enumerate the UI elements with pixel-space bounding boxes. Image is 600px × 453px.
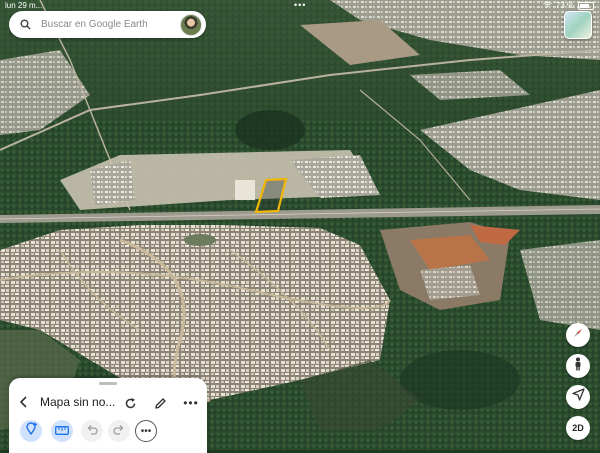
- drag-handle[interactable]: [99, 382, 117, 385]
- edit-icon[interactable]: [152, 395, 168, 411]
- street-view-button[interactable]: [566, 354, 590, 378]
- avatar[interactable]: [180, 14, 202, 36]
- locate-icon: [571, 388, 585, 406]
- toggle-2d-button[interactable]: 2D: [566, 416, 590, 440]
- compass-button[interactable]: [566, 323, 590, 347]
- project-panel: Mapa sin no... ••• •••: [9, 378, 207, 453]
- redo-icon: [113, 422, 125, 440]
- redo-button[interactable]: [108, 420, 130, 442]
- measure-button[interactable]: [51, 420, 73, 442]
- compass-icon: [571, 326, 585, 345]
- multitask-dots[interactable]: •••: [294, 0, 306, 11]
- undo-button[interactable]: [81, 420, 103, 442]
- ruler-icon: [55, 422, 69, 440]
- sync-icon[interactable]: [122, 395, 138, 411]
- battery-icon: [578, 2, 594, 10]
- search-bar[interactable]: [9, 11, 206, 38]
- pegman-icon: [572, 357, 584, 376]
- more-icon[interactable]: •••: [183, 395, 199, 411]
- options-icon[interactable]: •••: [135, 420, 157, 442]
- my-location-button[interactable]: [566, 385, 590, 409]
- project-title[interactable]: Mapa sin no...: [40, 395, 115, 409]
- search-input[interactable]: [39, 18, 183, 31]
- add-pin-button[interactable]: [20, 420, 42, 442]
- layers-icon[interactable]: [564, 11, 592, 39]
- add-pin-icon: [25, 422, 38, 440]
- back-icon[interactable]: [17, 395, 31, 409]
- search-icon: [15, 15, 35, 35]
- wifi-icon: [542, 0, 552, 12]
- undo-icon: [86, 422, 98, 440]
